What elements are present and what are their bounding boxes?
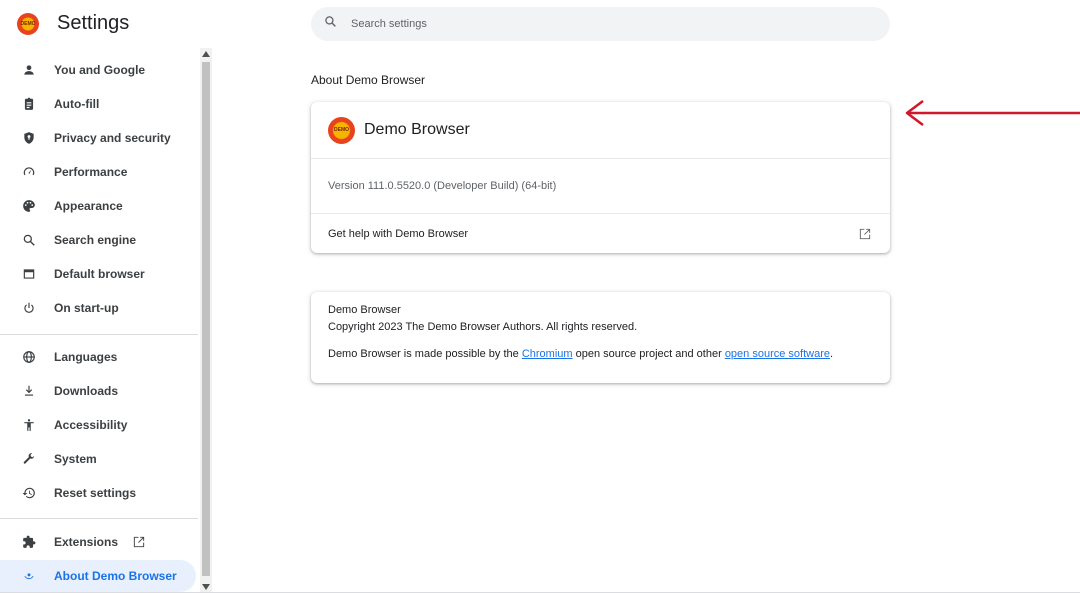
sidebar-divider — [0, 334, 198, 335]
sidebar-item-downloads[interactable]: Downloads — [0, 375, 196, 407]
sidebar-item-default-browser[interactable]: Default browser — [0, 258, 196, 290]
sidebar-item-label: System — [54, 452, 97, 466]
sidebar-item-search-engine[interactable]: Search engine — [0, 224, 196, 256]
open-source-software-link[interactable]: open source software — [725, 348, 830, 360]
sidebar-item-label: About Demo Browser — [54, 569, 177, 583]
annotation-arrow-icon — [905, 100, 1080, 126]
sidebar-item-performance[interactable]: Performance — [0, 156, 196, 188]
sidebar-item-about-demo-browser[interactable]: About Demo Browser — [0, 560, 196, 592]
product-info-card: DEMO Demo Browser Version 111.0.5520.0 (… — [311, 102, 890, 253]
browser-window-icon — [22, 267, 36, 281]
sidebar-item-you-and-google[interactable]: You and Google — [0, 54, 196, 86]
globe-icon — [22, 350, 36, 364]
sidebar-item-label: Default browser — [54, 267, 145, 281]
shield-icon — [22, 131, 36, 145]
sidebar-item-label: Accessibility — [54, 418, 128, 432]
sidebar-item-label: Performance — [54, 165, 128, 179]
sidebar-item-privacy-and-security[interactable]: Privacy and security — [0, 122, 196, 154]
sidebar: You and Google Auto-fill Privacy and sec… — [0, 53, 200, 593]
sidebar-item-auto-fill[interactable]: Auto-fill — [0, 88, 196, 120]
search-icon — [22, 233, 36, 247]
copyright-text: Copyright 2023 The Demo Browser Authors.… — [328, 321, 638, 333]
sidebar-item-label: Downloads — [54, 384, 119, 398]
sidebar-item-languages[interactable]: Languages — [0, 341, 196, 373]
scrollbar-thumb[interactable] — [202, 62, 210, 576]
person-icon — [22, 63, 36, 77]
scroll-up-arrow-icon[interactable] — [200, 48, 212, 60]
sidebar-item-accessibility[interactable]: Accessibility — [0, 409, 196, 441]
browser-logo-icon — [22, 569, 36, 583]
sidebar-item-system[interactable]: System — [0, 443, 196, 475]
wrench-icon — [22, 452, 36, 466]
sidebar-item-label: Privacy and security — [54, 131, 171, 145]
sidebar-item-label: You and Google — [54, 63, 146, 77]
sidebar-item-label: Appearance — [54, 199, 123, 213]
power-icon — [22, 301, 36, 315]
get-help-label: Get help with Demo Browser — [328, 227, 468, 240]
product-name: Demo Browser — [364, 121, 470, 138]
sidebar-item-label: On start-up — [54, 301, 119, 315]
version-row: Version 111.0.5520.0 (Developer Build) (… — [311, 158, 890, 213]
sidebar-item-label: Languages — [54, 350, 118, 364]
puzzle-icon — [22, 535, 36, 549]
legal-info-card: Demo Browser Copyright 2023 The Demo Bro… — [311, 292, 890, 383]
search-input[interactable] — [351, 18, 851, 30]
sidebar-item-on-start-up[interactable]: On start-up — [0, 292, 196, 324]
accessibility-icon — [22, 418, 36, 432]
palette-icon — [22, 199, 36, 213]
open-in-new-icon — [132, 535, 146, 549]
browser-logo: DEMO — [17, 13, 39, 35]
search-bar[interactable] — [311, 7, 890, 41]
search-icon — [324, 15, 337, 33]
version-text: Version 111.0.5520.0 (Developer Build) (… — [328, 180, 557, 192]
sidebar-item-appearance[interactable]: Appearance — [0, 190, 196, 222]
sidebar-item-reset-settings[interactable]: Reset settings — [0, 477, 196, 509]
clipboard-icon — [22, 97, 36, 111]
section-title: About Demo Browser — [311, 73, 426, 87]
sidebar-scrollbar[interactable] — [200, 48, 212, 593]
legal-product-name: Demo Browser — [328, 304, 401, 316]
sidebar-item-label: Auto-fill — [54, 97, 100, 111]
sidebar-item-label: Reset settings — [54, 486, 137, 500]
made-possible-suffix: . — [829, 348, 834, 360]
open-in-new-icon[interactable] — [858, 227, 872, 241]
logo-text: DEMO — [20, 21, 36, 27]
download-icon — [22, 384, 36, 398]
product-logo: DEMO — [328, 116, 355, 144]
made-possible-middle: open source project and other — [572, 348, 725, 360]
sidebar-item-extensions[interactable]: Extensions — [0, 526, 196, 558]
product-header-row: DEMO Demo Browser — [311, 102, 890, 158]
speedometer-icon — [22, 165, 36, 179]
sidebar-divider — [0, 518, 198, 519]
restore-icon — [22, 486, 36, 500]
product-logo-text: DEMO — [334, 127, 349, 133]
made-possible-text: Demo Browser is made possible by the Chr… — [328, 348, 833, 360]
get-help-row[interactable]: Get help with Demo Browser — [311, 213, 890, 253]
page-title: Settings — [57, 12, 130, 34]
sidebar-item-label: Search engine — [54, 233, 137, 247]
chromium-link[interactable]: Chromium — [522, 348, 573, 360]
sidebar-item-label: Extensions — [54, 535, 119, 549]
made-possible-prefix: Demo Browser is made possible by the — [328, 348, 522, 360]
